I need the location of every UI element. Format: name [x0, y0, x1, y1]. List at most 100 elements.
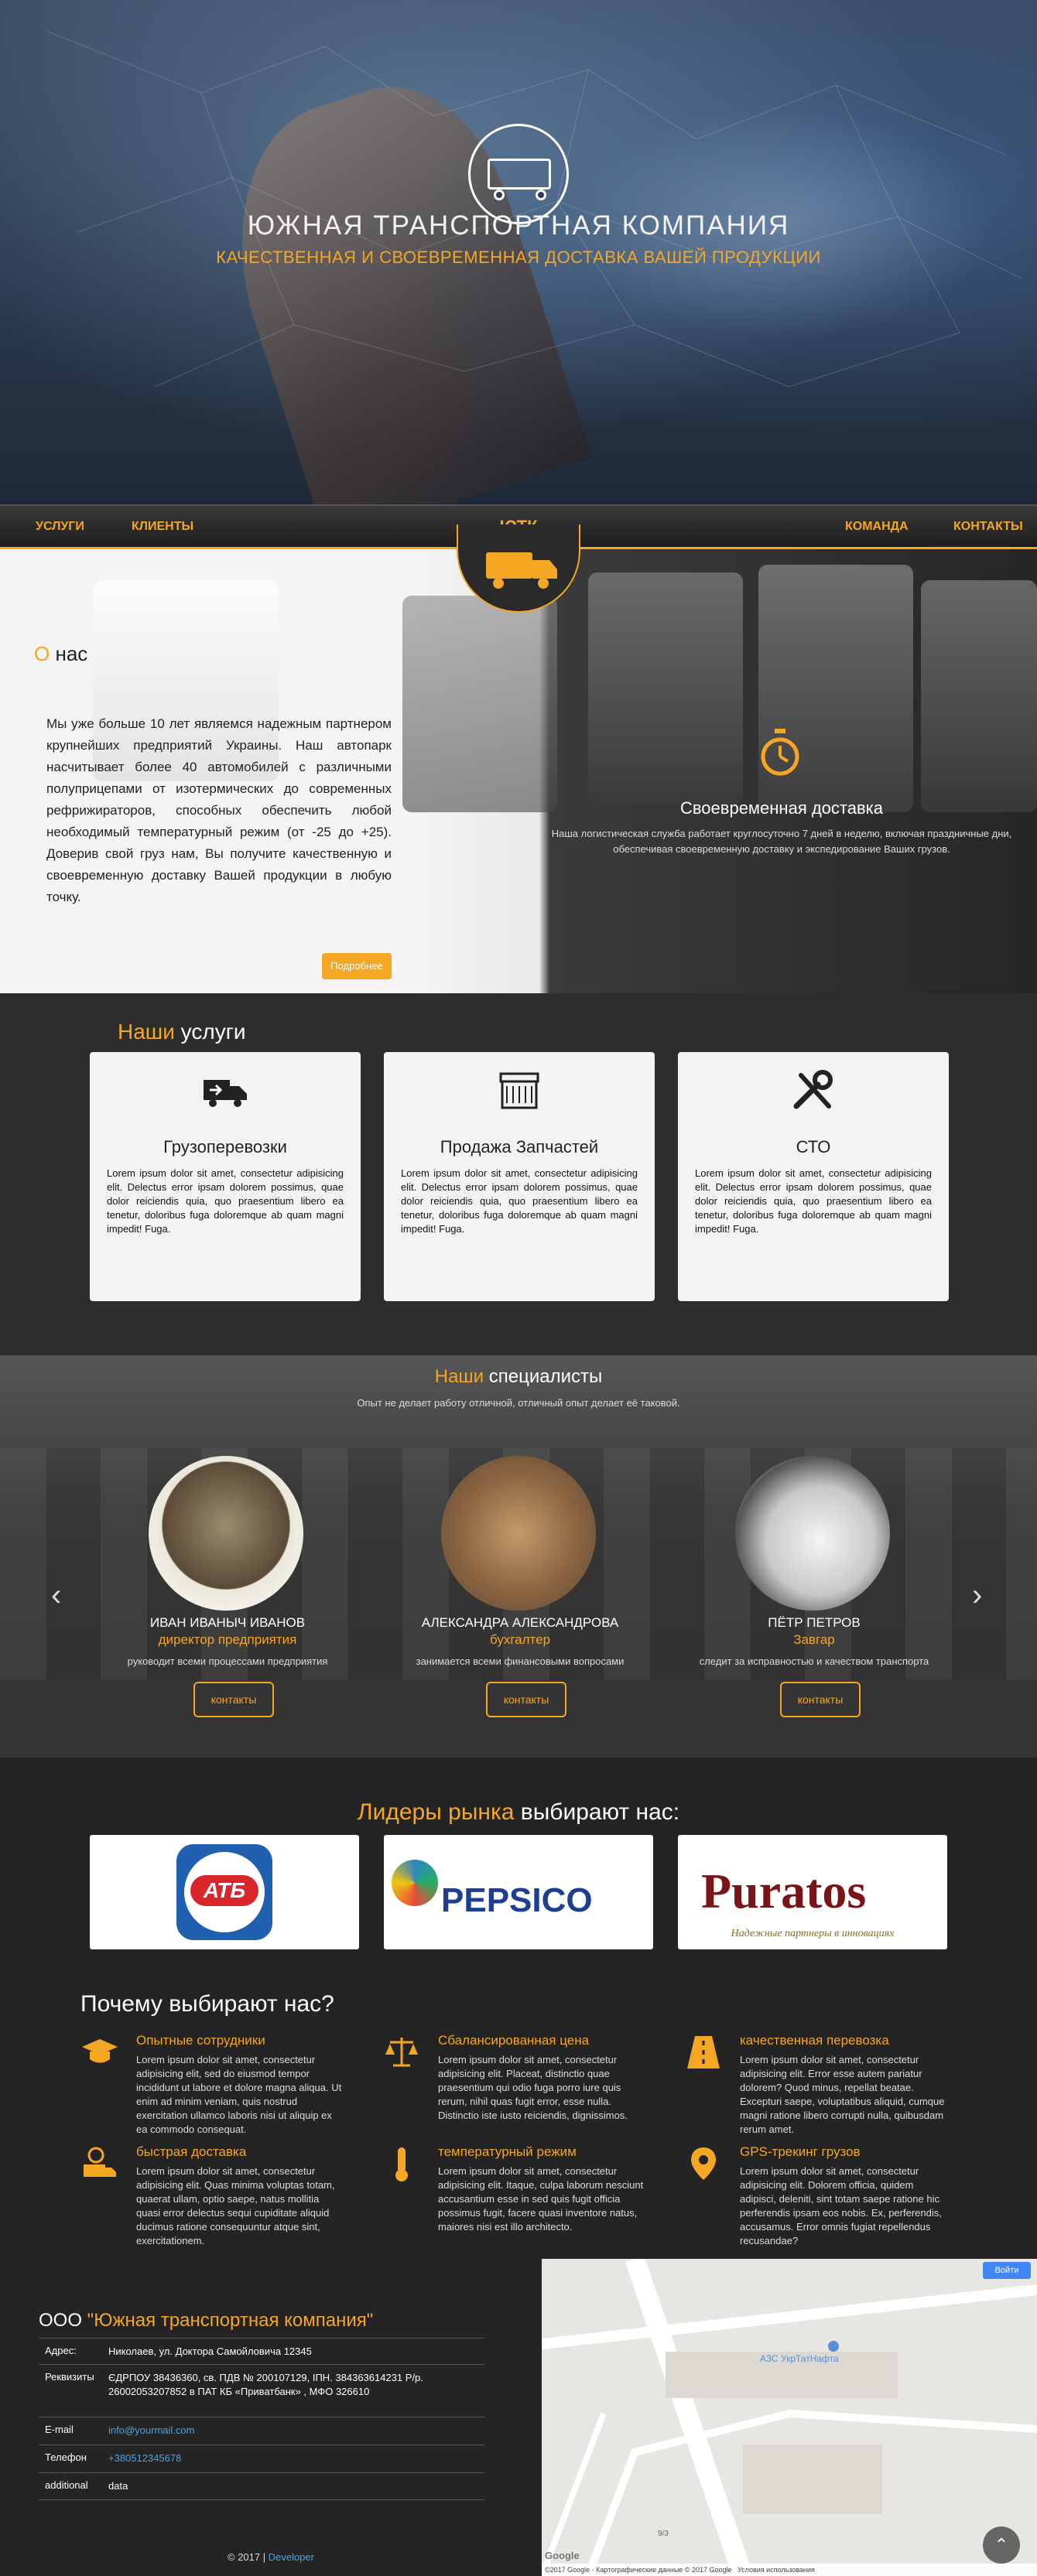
- company-logo: [468, 124, 569, 224]
- member-photo: [735, 1456, 890, 1611]
- carousel-next-arrow-icon[interactable]: ›: [972, 1578, 982, 1613]
- why-text: Lorem ipsum dolor sit amet, consectetur …: [136, 2054, 342, 2135]
- map-copyright: ©2017 Google · Картографические данные ©…: [545, 2566, 732, 2574]
- wheel-icon: [494, 190, 505, 200]
- about-heading: О нас: [34, 642, 87, 666]
- member-photo: [441, 1456, 596, 1611]
- team-subtitle: Опыт не делает работу отличной, отличный…: [357, 1397, 680, 1409]
- member-photo: [149, 1456, 303, 1611]
- gas-station-icon[interactable]: [828, 2341, 839, 2352]
- member-desc: занимается всеми финансовыми вопросами: [416, 1655, 625, 1667]
- puratos-text: Puratos: [701, 1864, 867, 1918]
- why-text: Lorem ipsum dolor sit amet, consectetur …: [136, 2165, 335, 2246]
- graduation-cap-icon: [82, 2039, 118, 2063]
- service-card-freight[interactable]: Грузоперевозки Lorem ipsum dolor sit ame…: [90, 1052, 361, 1301]
- puratos-slogan: Надежные партнеры в инновациях: [731, 1928, 895, 1939]
- contact-key: Адрес:: [45, 2345, 77, 2356]
- contact-row-phone: Телефон +380512345678: [39, 2444, 484, 2472]
- service-title: Продажа Запчастей: [440, 1137, 599, 1156]
- team-heading-accent: Наши: [434, 1366, 484, 1387]
- contact-value: ЄДРПОУ 38436360, св. ПДВ № 200107129, ІП…: [108, 2372, 423, 2397]
- google-map[interactable]: АЗС УкрТатНафта Войти 9/3 ⌃ Google ©2017…: [542, 2259, 1037, 2576]
- delivery-truck-icon: [204, 1080, 247, 1107]
- member-name: ПЁТР ПЕТРОВ: [768, 1615, 861, 1630]
- partners-heading: Лидеры рынка выбирают нас:: [0, 1799, 1037, 1826]
- why-text: Lorem ipsum dolor sit amet, consectetur …: [438, 2165, 644, 2233]
- contact-row-address: Адрес: Николаев, ул. Доктора Самойловича…: [39, 2338, 484, 2364]
- scales-icon: [385, 2038, 418, 2067]
- member-name: АЛЕКСАНДРА АЛЕКСАНДРОВА: [421, 1615, 619, 1630]
- phone-link[interactable]: +380512345678: [108, 2451, 480, 2465]
- truck-photo: [921, 580, 1037, 812]
- contact-value: data: [108, 2480, 128, 2492]
- hero-subtitle: КАЧЕСТВЕННАЯ И СВОЕВРЕМЕННАЯ ДОСТАВКА ВА…: [216, 248, 821, 267]
- pepsico-globe-icon: [392, 1860, 438, 1906]
- about-heading-rest: нас: [50, 642, 88, 665]
- partner-logo-pepsico: PEPSICO: [384, 1835, 653, 1949]
- why-heading: Почему выбирают нас?: [80, 1991, 334, 2017]
- map-house-number: 9/3: [658, 2530, 669, 2538]
- map-pin-icon: [691, 2147, 716, 2180]
- nav-logo-badge: [457, 524, 580, 613]
- member-contacts-button[interactable]: контакты: [193, 1682, 274, 1717]
- fast-delivery-icon: [84, 2147, 116, 2177]
- team-heading-rest: специалисты: [484, 1366, 603, 1387]
- carousel-prev-arrow-icon[interactable]: ‹: [51, 1578, 61, 1613]
- map-roads: [542, 2259, 1037, 2576]
- service-card-sto[interactable]: СТО Lorem ipsum dolor sit amet, consecte…: [678, 1052, 949, 1301]
- nav-contacts-link[interactable]: КОНТАКТЫ: [953, 520, 1023, 534]
- member-desc: следит за исправностью и качеством транс…: [699, 1655, 929, 1667]
- scroll-top-arrow-icon[interactable]: ⌃: [983, 2526, 1020, 2564]
- contact-key: Телефон: [45, 2451, 87, 2463]
- about-text: Мы уже больше 10 лет являемся надежным п…: [46, 716, 392, 904]
- contact-heading-prefix: ООО: [39, 2310, 87, 2331]
- why-text: Lorem ipsum dolor sit amet, consectetur …: [740, 2054, 945, 2135]
- why-title: качественная перевозка: [740, 2033, 889, 2048]
- why-title: Опытные сотрудники: [136, 2033, 265, 2048]
- truck-photo: [402, 596, 557, 812]
- tools-icon: [793, 1070, 833, 1109]
- why-title: температурный режим: [438, 2144, 577, 2159]
- partners-heading-accent: Лидеры рынка: [357, 1799, 515, 1825]
- footer: © 2017 | Developer: [0, 2551, 542, 2563]
- truck-icon: [486, 552, 557, 589]
- map-login-button[interactable]: Войти: [983, 2262, 1031, 2279]
- member-desc: руководит всеми процессами предприятия: [127, 1655, 328, 1667]
- service-text: Lorem ipsum dolor sit amet, consectetur …: [695, 1167, 932, 1235]
- services-heading-rest: услуги: [174, 1020, 246, 1044]
- service-title: СТО: [796, 1137, 831, 1156]
- more-button[interactable]: Подробнее: [322, 953, 392, 979]
- delivery-text: Наша логистическая служба работает кругл…: [551, 828, 1012, 855]
- map-terms-link[interactable]: Условия использования: [738, 2566, 815, 2574]
- truck-photo: [588, 572, 743, 805]
- member-contacts-button[interactable]: контакты: [486, 1682, 566, 1717]
- why-title: быстрая доставка: [136, 2144, 247, 2159]
- hero-title: ЮЖНАЯ ТРАНСПОРТНАЯ КОМПАНИЯ: [247, 210, 790, 241]
- shop-icon: [499, 1072, 539, 1109]
- contact-row-additional: additional data: [39, 2472, 484, 2500]
- delivery-title: Своевременная доставка: [679, 798, 884, 818]
- partner-logo-puratos: Puratos Надежные партнеры в инновациях: [678, 1835, 947, 1949]
- member-name: ИВАН ИВАНЫЧ ИВАНОВ: [149, 1615, 306, 1630]
- partner-logo-atb: АТБ: [90, 1835, 359, 1949]
- stopwatch-icon: [761, 729, 799, 776]
- road-icon: [687, 2036, 720, 2069]
- nav-team-link[interactable]: КОМАНДА: [845, 520, 909, 534]
- map-place-label[interactable]: АЗС УкрТатНафта: [760, 2353, 839, 2364]
- why-text: Lorem ipsum dolor sit amet, consectetur …: [740, 2165, 942, 2246]
- member-contacts-button[interactable]: контакты: [780, 1682, 861, 1717]
- wheel-icon: [536, 190, 546, 200]
- contact-key: E-mail: [45, 2424, 74, 2435]
- contact-key: Реквизиты: [45, 2371, 94, 2383]
- atb-text: АТБ: [190, 1875, 258, 1906]
- email-link[interactable]: info@yourmail.com: [108, 2424, 480, 2438]
- services-heading-accent: Наши: [118, 1020, 175, 1044]
- developer-link[interactable]: Developer: [269, 2551, 314, 2563]
- service-card-parts[interactable]: Продажа Запчастей Lorem ipsum dolor sit …: [384, 1052, 655, 1301]
- contact-heading-company: "Южная транспортная компания": [87, 2310, 374, 2331]
- thermometer-icon: [395, 2147, 408, 2181]
- team-heading: Наши специалисты: [0, 1366, 1037, 1388]
- about-heading-letter: О: [34, 642, 50, 665]
- why-title: GPS-трекинг грузов: [740, 2144, 861, 2159]
- truck-icon: [488, 159, 551, 190]
